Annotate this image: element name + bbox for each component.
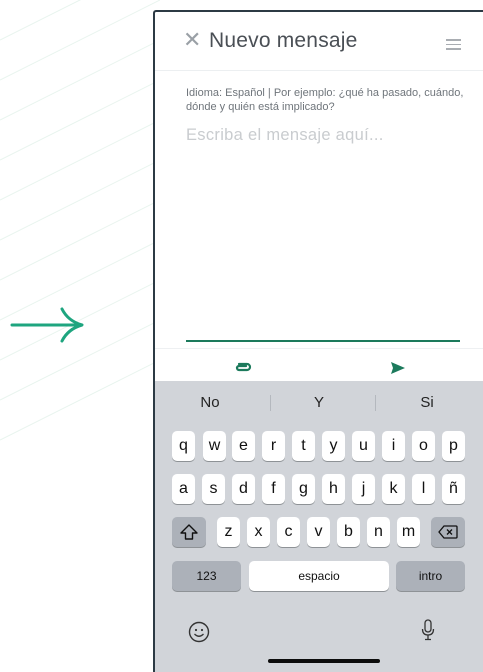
paperclip-icon[interactable] — [234, 361, 252, 373]
key-f[interactable]: f — [262, 474, 285, 504]
divider — [375, 395, 376, 411]
key-e[interactable]: e — [232, 431, 255, 461]
key-b[interactable]: b — [337, 517, 360, 547]
key-y[interactable]: y — [322, 431, 345, 461]
message-actions — [155, 349, 483, 381]
key-x[interactable]: x — [247, 517, 270, 547]
key-g[interactable]: g — [292, 474, 315, 504]
suggestion-bar: No Y Si — [155, 381, 483, 423]
keyboard: No Y Si q w e r t y u i o p a s d f g h … — [155, 381, 483, 672]
return-key[interactable]: intro — [396, 561, 465, 591]
backspace-icon — [438, 525, 458, 539]
key-p[interactable]: p — [442, 431, 465, 461]
space-key[interactable]: espacio — [249, 561, 389, 591]
key-m[interactable]: m — [397, 517, 420, 547]
key-v[interactable]: v — [307, 517, 330, 547]
key-k[interactable]: k — [382, 474, 405, 504]
phone-screen: ✕ Nuevo mensaje Idioma: Español | Por ej… — [153, 10, 483, 672]
home-indicator — [268, 659, 380, 663]
hamburger-icon[interactable] — [446, 39, 461, 50]
shift-key[interactable] — [172, 517, 206, 547]
close-icon[interactable]: ✕ — [183, 30, 201, 52]
key-u[interactable]: u — [352, 431, 375, 461]
microphone-icon[interactable] — [421, 619, 435, 641]
key-a[interactable]: a — [172, 474, 195, 504]
suggestion-no[interactable]: No — [170, 394, 250, 411]
shift-icon — [180, 524, 198, 540]
page-title: Nuevo mensaje — [209, 29, 358, 52]
input-underline — [186, 340, 460, 342]
key-o[interactable]: o — [412, 431, 435, 461]
suggestion-y[interactable]: Y — [279, 394, 359, 411]
language-hint: Idioma: Español | Por ejemplo: ¿qué ha p… — [186, 87, 464, 113]
key-l[interactable]: l — [412, 474, 435, 504]
key-c[interactable]: c — [277, 517, 300, 547]
key-s[interactable]: s — [202, 474, 225, 504]
key-q[interactable]: q — [172, 431, 195, 461]
suggestion-si[interactable]: Si — [387, 394, 467, 411]
numbers-key[interactable]: 123 — [172, 561, 241, 591]
key-w[interactable]: w — [203, 431, 226, 461]
key-r[interactable]: r — [262, 431, 285, 461]
header: ✕ Nuevo mensaje — [155, 12, 483, 70]
key-enye[interactable]: ñ — [442, 474, 465, 504]
key-n[interactable]: n — [367, 517, 390, 547]
backspace-key[interactable] — [431, 517, 465, 547]
divider — [155, 70, 483, 71]
key-t[interactable]: t — [292, 431, 315, 461]
key-h[interactable]: h — [322, 474, 345, 504]
key-j[interactable]: j — [352, 474, 375, 504]
arrow-right-icon — [10, 307, 84, 343]
key-d[interactable]: d — [232, 474, 255, 504]
divider — [270, 395, 271, 411]
emoji-icon[interactable] — [188, 621, 210, 643]
key-z[interactable]: z — [217, 517, 240, 547]
key-i[interactable]: i — [382, 431, 405, 461]
message-input[interactable]: Escriba el mensaje aquí... — [186, 126, 466, 145]
send-icon[interactable] — [390, 360, 406, 376]
